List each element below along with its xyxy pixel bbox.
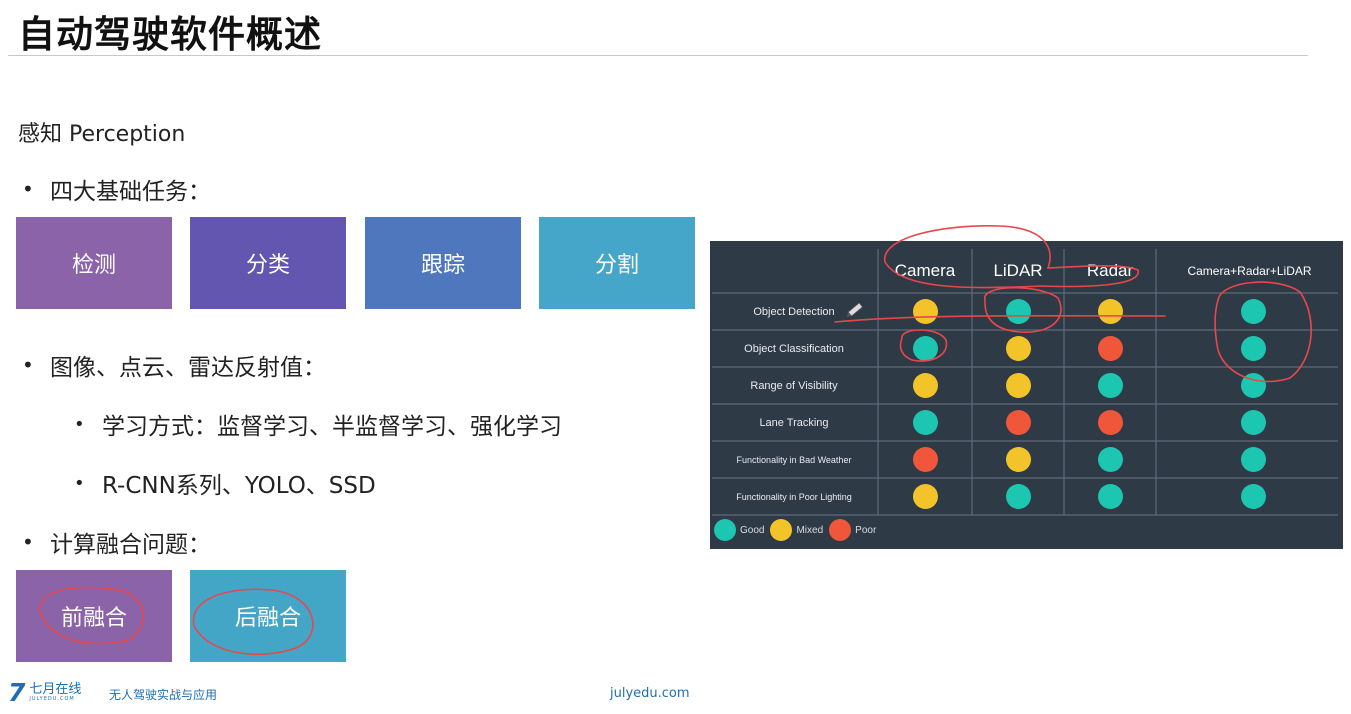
rating-dot-good	[1005, 299, 1031, 324]
bullet-dot: •	[22, 530, 34, 554]
rating-dot-poor	[912, 447, 938, 472]
rating-dot-mixed	[1097, 299, 1123, 324]
rating-dot-poor	[1005, 410, 1031, 435]
rating-dot-poor	[1097, 336, 1123, 361]
legend-mixed-label: Mixed	[796, 524, 824, 536]
footer-url: julyedu.com	[610, 686, 690, 701]
task-box-segmentation: 分割	[539, 217, 695, 309]
title-divider	[8, 55, 1308, 56]
bullet-dot: •	[22, 353, 34, 377]
fusion-box-early: 前融合	[16, 570, 172, 662]
row-header-object-classification: Object Classification	[744, 342, 844, 355]
sub-bullet-text: 学习方式：监督学习、半监督学习、强化学习	[102, 414, 562, 440]
rating-dot-good	[1240, 447, 1266, 472]
task-box-classification: 分类	[190, 217, 346, 309]
row-header-range-of-visibility: Range of Visibility	[750, 379, 838, 392]
rating-dot-good	[1005, 484, 1031, 509]
rating-dot-good	[1240, 373, 1266, 398]
rating-dot-mixed	[1005, 336, 1031, 361]
fusion-label: 前融合	[60, 606, 127, 631]
rating-dot-good	[1240, 336, 1266, 361]
rating-dot-mixed	[912, 484, 938, 509]
task-label: 分割	[594, 253, 639, 278]
sub-bullet-dot: •	[74, 413, 85, 435]
logo-brand-cn: 七月在线	[29, 682, 82, 697]
column-header-radar: Radar	[1086, 261, 1134, 280]
brand-logo: 7 七月在线 JULYEDU.COM	[8, 680, 81, 705]
rating-dot-mixed	[912, 373, 938, 398]
footer-course-title: 无人驾驶实战与应用	[109, 688, 218, 702]
section-subtitle: 感知 Perception	[18, 122, 186, 147]
sub-bullet-text: R-CNN系列、YOLO、SSD	[102, 473, 376, 499]
row-header-lane-tracking: Lane Tracking	[759, 416, 829, 429]
sensor-comparison-matrix: Camera LiDAR Radar Camera+Radar+LiDAR Ob…	[710, 241, 1343, 549]
task-box-detection: 检测	[16, 217, 172, 309]
rating-dot-good	[1240, 410, 1266, 435]
row-header-bad-weather: Functionality in Bad Weather	[736, 454, 852, 465]
rating-dot-good	[1240, 299, 1266, 324]
rating-dot-good	[912, 410, 938, 435]
task-label: 检测	[71, 253, 116, 278]
sub-bullet-learning: • 学习方式：监督学习、半监督学习、强化学习	[74, 407, 562, 441]
rating-dot-mixed	[1005, 373, 1031, 398]
column-header-fusion: Camera+Radar+LiDAR	[1187, 264, 1312, 278]
bullet-text: 四大基础任务：	[50, 179, 211, 205]
legend-poor-label: Poor	[855, 524, 877, 536]
matrix-legend: Good Mixed Poor	[714, 519, 882, 541]
bullet-text: 图像、点云、雷达反射值：	[50, 355, 326, 381]
bullet-dot: •	[22, 177, 34, 201]
legend-good-swatch	[714, 519, 736, 541]
row-header-object-detection: Object Detection	[753, 305, 835, 318]
column-header-lidar: LiDAR	[993, 261, 1043, 280]
sub-bullet-dot: •	[74, 472, 85, 494]
bullet-fusion: • 计算融合问题：	[22, 525, 211, 559]
rating-dot-mixed	[912, 299, 938, 324]
row-header-poor-lighting: Functionality in Poor Lighting	[736, 491, 852, 502]
sub-bullet-models: • R-CNN系列、YOLO、SSD	[74, 466, 376, 500]
rating-dot-good	[1097, 373, 1123, 398]
rating-dot-good	[1097, 447, 1123, 472]
logo-wordmark: 七月在线 JULYEDU.COM	[29, 683, 81, 702]
column-header-camera: Camera	[894, 261, 956, 280]
task-label: 分类	[245, 253, 290, 278]
fusion-label: 后融合	[234, 606, 301, 631]
legend-poor-swatch	[829, 519, 852, 541]
logo-brand-en: JULYEDU.COM	[29, 696, 75, 702]
rating-dot-good	[1097, 484, 1123, 509]
bullet-text: 计算融合问题：	[50, 532, 211, 558]
task-label: 跟踪	[420, 253, 465, 278]
fusion-box-late: 后融合	[190, 570, 346, 662]
slide-title: 自动驾驶软件概述	[18, 13, 322, 56]
legend-mixed-swatch	[770, 519, 793, 541]
task-box-tracking: 跟踪	[365, 217, 521, 309]
bullet-basic-tasks: • 四大基础任务：	[22, 172, 211, 206]
rating-dot-poor	[1097, 410, 1123, 435]
legend-good-label: Good	[740, 524, 765, 536]
bullet-sensor-inputs: • 图像、点云、雷达反射值：	[22, 348, 326, 382]
rating-dot-mixed	[1005, 447, 1031, 472]
rating-dot-good	[912, 336, 938, 361]
rating-dot-good	[1240, 484, 1266, 509]
logo-seven-mark: 7	[8, 678, 26, 707]
